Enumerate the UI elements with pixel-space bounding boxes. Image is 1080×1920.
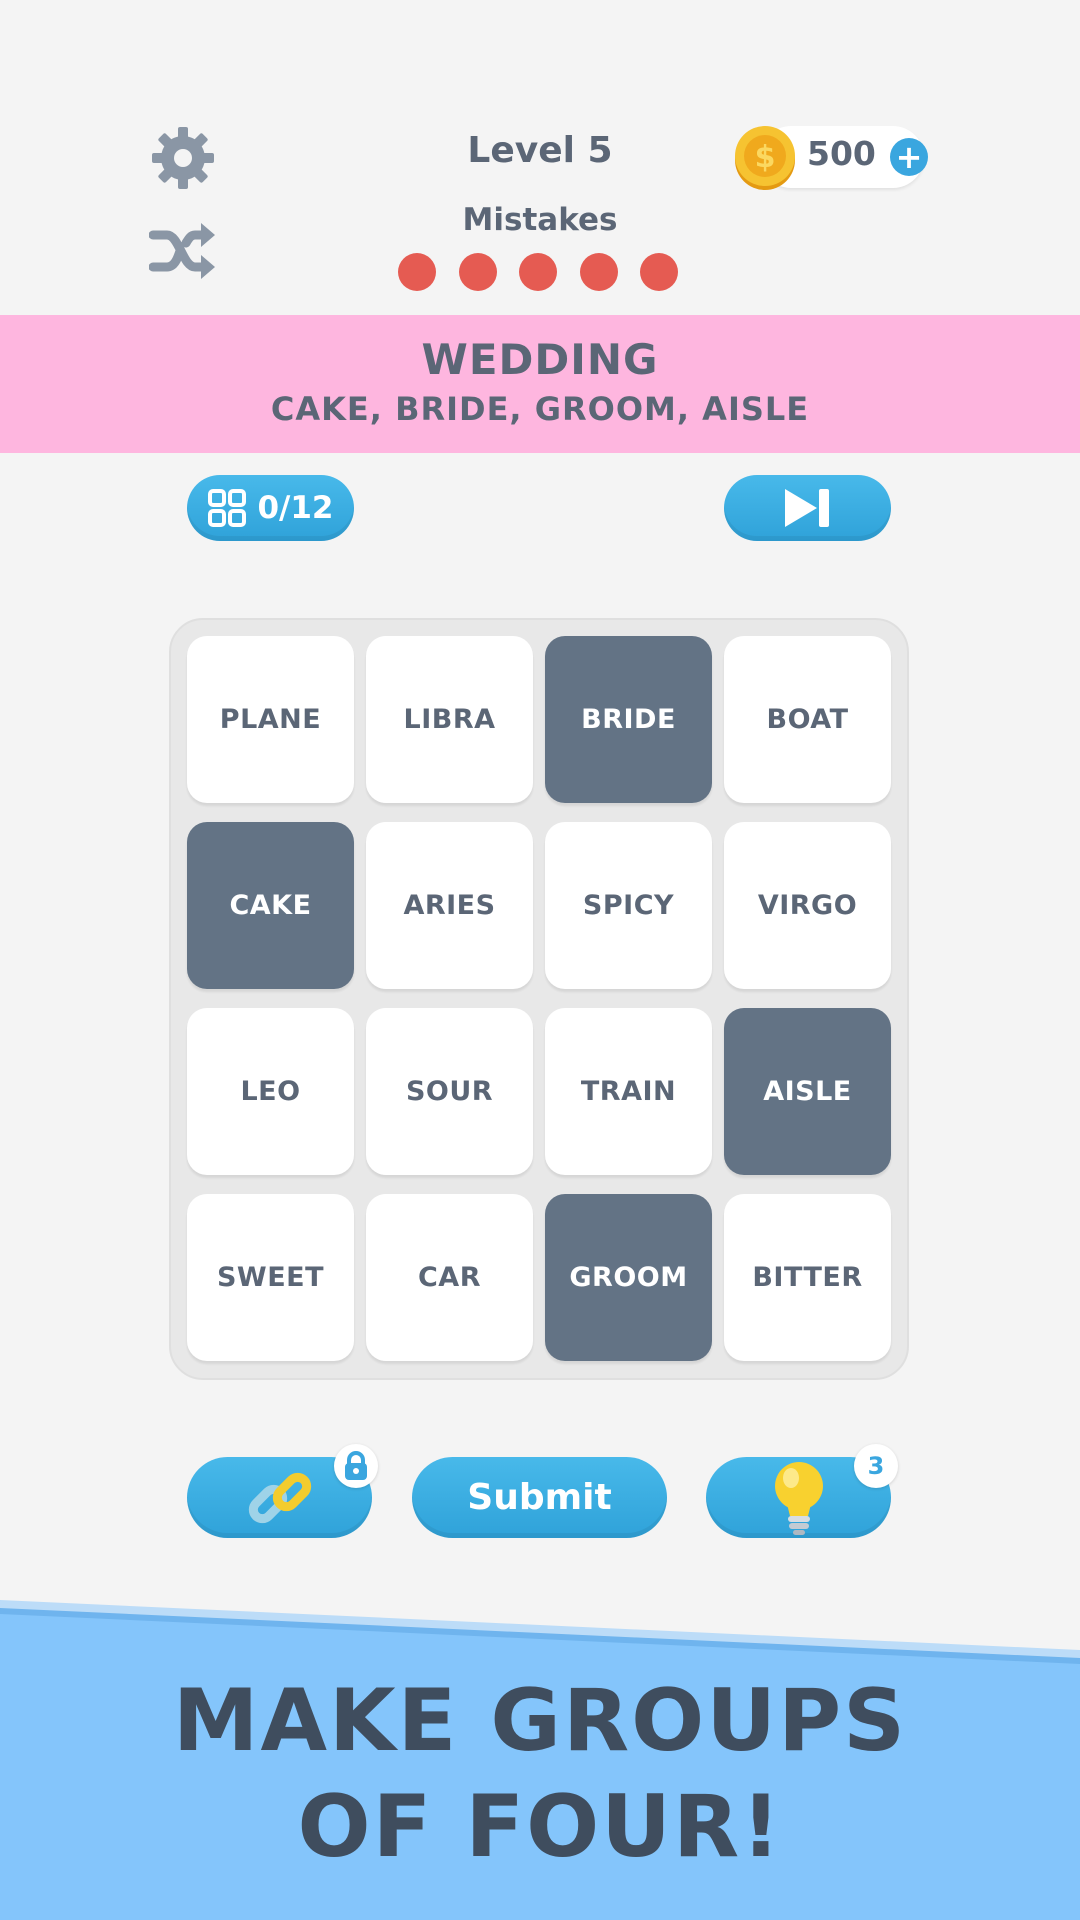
link-icon	[248, 1472, 311, 1523]
word-tile[interactable]: VIRGO	[724, 822, 891, 989]
promo-headline: MAKE GROUPS OF FOUR!	[0, 1668, 1080, 1880]
word-tile[interactable]: BOAT	[724, 636, 891, 803]
coin-icon: $	[735, 126, 795, 190]
category-words: CAKE, BRIDE, GROOM, AISLE	[270, 390, 810, 428]
mistakes-indicator	[398, 253, 678, 291]
word-tile[interactable]: PLANE	[187, 636, 354, 803]
skip-button[interactable]	[724, 475, 891, 541]
hint-count-badge: 3	[854, 1444, 898, 1488]
word-tile[interactable]: ARIES	[366, 822, 533, 989]
skip-icon	[784, 489, 829, 527]
word-tile[interactable]: CAKE	[187, 822, 354, 989]
grid-icon	[208, 489, 247, 527]
progress-label: 0/12	[257, 490, 334, 526]
promo-line-2: OF FOUR!	[297, 1777, 783, 1877]
word-tile[interactable]: LEO	[187, 1008, 354, 1175]
word-tile[interactable]: LIBRA	[366, 636, 533, 803]
lock-badge	[334, 1444, 378, 1488]
solved-category-banner: WEDDING CAKE, BRIDE, GROOM, AISLE	[0, 315, 1080, 453]
mistake-dot	[458, 253, 497, 291]
promo-line-1: MAKE GROUPS	[172, 1671, 908, 1771]
coin-balance: $ 500 +	[732, 124, 928, 190]
word-tile[interactable]: SOUR	[366, 1008, 533, 1175]
word-tile[interactable]: BRIDE	[545, 636, 712, 803]
word-tile[interactable]: SWEET	[187, 1194, 354, 1361]
add-coins-button[interactable]: +	[890, 138, 928, 176]
word-tile[interactable]: AISLE	[724, 1008, 891, 1175]
mistake-dot	[398, 253, 436, 291]
word-tile[interactable]: SPICY	[545, 822, 712, 989]
mistakes-label: Mistakes	[462, 202, 618, 238]
mistake-dot	[640, 253, 678, 291]
category-title: WEDDING	[421, 335, 659, 384]
mistake-dot	[519, 253, 557, 291]
coin-count: 500	[807, 134, 876, 173]
word-tile[interactable]: BITTER	[724, 1194, 891, 1361]
hint-count: 3	[867, 1452, 885, 1480]
plus-icon: +	[895, 138, 923, 176]
progress-button[interactable]: 0/12	[187, 475, 354, 541]
word-tile[interactable]: GROOM	[545, 1194, 712, 1361]
word-tile[interactable]: CAR	[366, 1194, 533, 1361]
lightbulb-icon	[774, 1461, 823, 1535]
mistake-dot	[579, 253, 618, 291]
word-board: PLANE LIBRA BRIDE BOAT CAKE ARIES SPICY …	[169, 618, 909, 1380]
submit-button[interactable]: Submit	[412, 1457, 667, 1538]
svg-text:$: $	[755, 140, 776, 175]
word-tile[interactable]: TRAIN	[545, 1008, 712, 1175]
lock-icon	[345, 1451, 367, 1480]
